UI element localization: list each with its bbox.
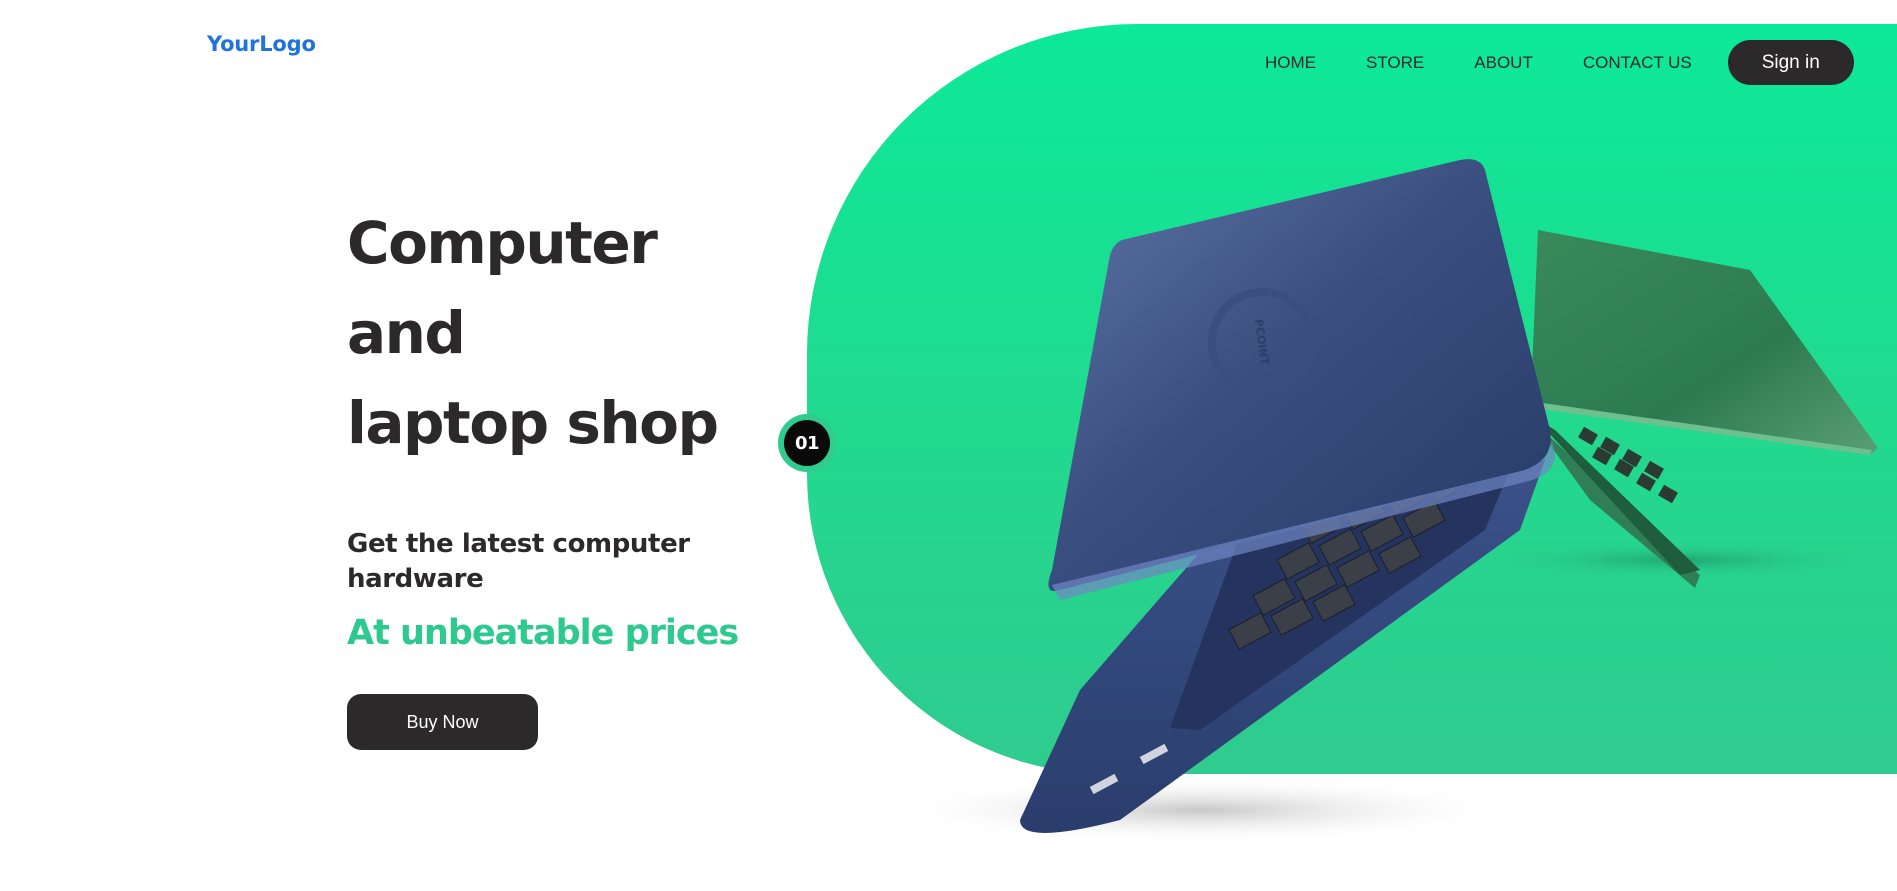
slide-indicator[interactable]: 01 (778, 414, 836, 472)
main-nav: HOME STORE ABOUT CONTACT US Sign in (1265, 40, 1854, 85)
hero-title-line: laptop shop (347, 389, 719, 457)
hero-tagline: At unbeatable prices (347, 613, 739, 653)
site-logo[interactable]: YourLogo (207, 32, 316, 56)
hero-title-line: and (347, 299, 466, 367)
nav-link-contact-us[interactable]: CONTACT US (1583, 53, 1692, 73)
laptop-shadow (880, 776, 1520, 844)
blue-laptop: PCOINT (1020, 159, 1555, 833)
hero-title-line: Computer (347, 209, 658, 277)
green-laptop (1527, 230, 1878, 588)
nav-link-store[interactable]: STORE (1366, 53, 1424, 73)
hero-title: Computer and laptop shop (347, 198, 767, 468)
buy-now-button[interactable]: Buy Now (347, 694, 538, 750)
laptops-image: PCOINT (880, 159, 1880, 844)
nav-link-about[interactable]: ABOUT (1474, 53, 1533, 73)
sign-in-button[interactable]: Sign in (1727, 40, 1854, 85)
nav-link-home[interactable]: HOME (1265, 53, 1316, 73)
slide-number: 01 (784, 420, 830, 466)
landing-page: YourLogo HOME STORE ABOUT CONTACT US Sig… (0, 0, 1897, 891)
hero-subtitle: Get the latest computer hardware (347, 529, 690, 594)
